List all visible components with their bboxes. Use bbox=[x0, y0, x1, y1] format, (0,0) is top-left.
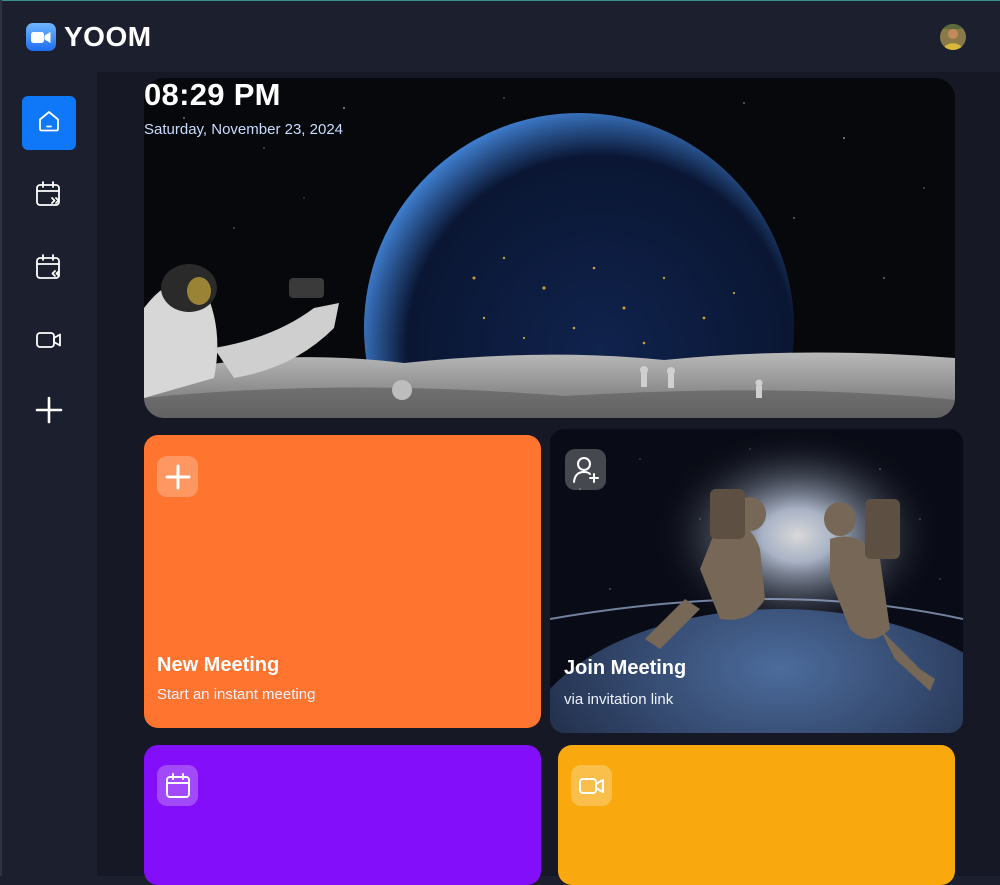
card-title: New Meeting bbox=[157, 654, 280, 676]
sidebar-item-personal-room[interactable] bbox=[22, 385, 76, 439]
current-time: 08:29 PM bbox=[144, 77, 281, 112]
sidebar bbox=[2, 72, 97, 876]
view-recordings-card[interactable] bbox=[558, 745, 955, 885]
calendar-icon bbox=[157, 765, 198, 806]
schedule-meeting-card[interactable] bbox=[144, 745, 541, 885]
plus-icon bbox=[157, 456, 198, 497]
video-icon bbox=[34, 325, 64, 360]
card-subtitle: Start an instant meeting bbox=[157, 686, 316, 703]
card-title: Join Meeting bbox=[564, 657, 687, 679]
upcoming-calendar-icon bbox=[34, 179, 64, 214]
card-subtitle: via invitation link bbox=[564, 691, 674, 708]
brand-name[interactable]: YOOM bbox=[64, 21, 152, 53]
new-meeting-card[interactable]: New Meeting Start an instant meeting bbox=[144, 435, 541, 728]
user-avatar[interactable] bbox=[940, 24, 966, 50]
sidebar-item-home[interactable] bbox=[22, 96, 76, 150]
previous-calendar-icon bbox=[34, 252, 64, 287]
sidebar-item-recordings[interactable] bbox=[22, 315, 76, 369]
plus-icon bbox=[34, 395, 64, 430]
sidebar-item-previous[interactable] bbox=[22, 242, 76, 296]
join-meeting-background-image bbox=[550, 429, 963, 733]
logo-icon[interactable] bbox=[25, 22, 57, 52]
home-icon bbox=[35, 107, 63, 140]
top-navbar: YOOM bbox=[2, 1, 1000, 72]
video-icon bbox=[571, 765, 612, 806]
current-date: Saturday, November 23, 2024 bbox=[144, 121, 344, 138]
add-user-icon bbox=[565, 449, 606, 490]
sidebar-item-upcoming[interactable] bbox=[22, 169, 76, 223]
join-meeting-card[interactable]: Join Meeting via invitation link bbox=[550, 429, 963, 733]
